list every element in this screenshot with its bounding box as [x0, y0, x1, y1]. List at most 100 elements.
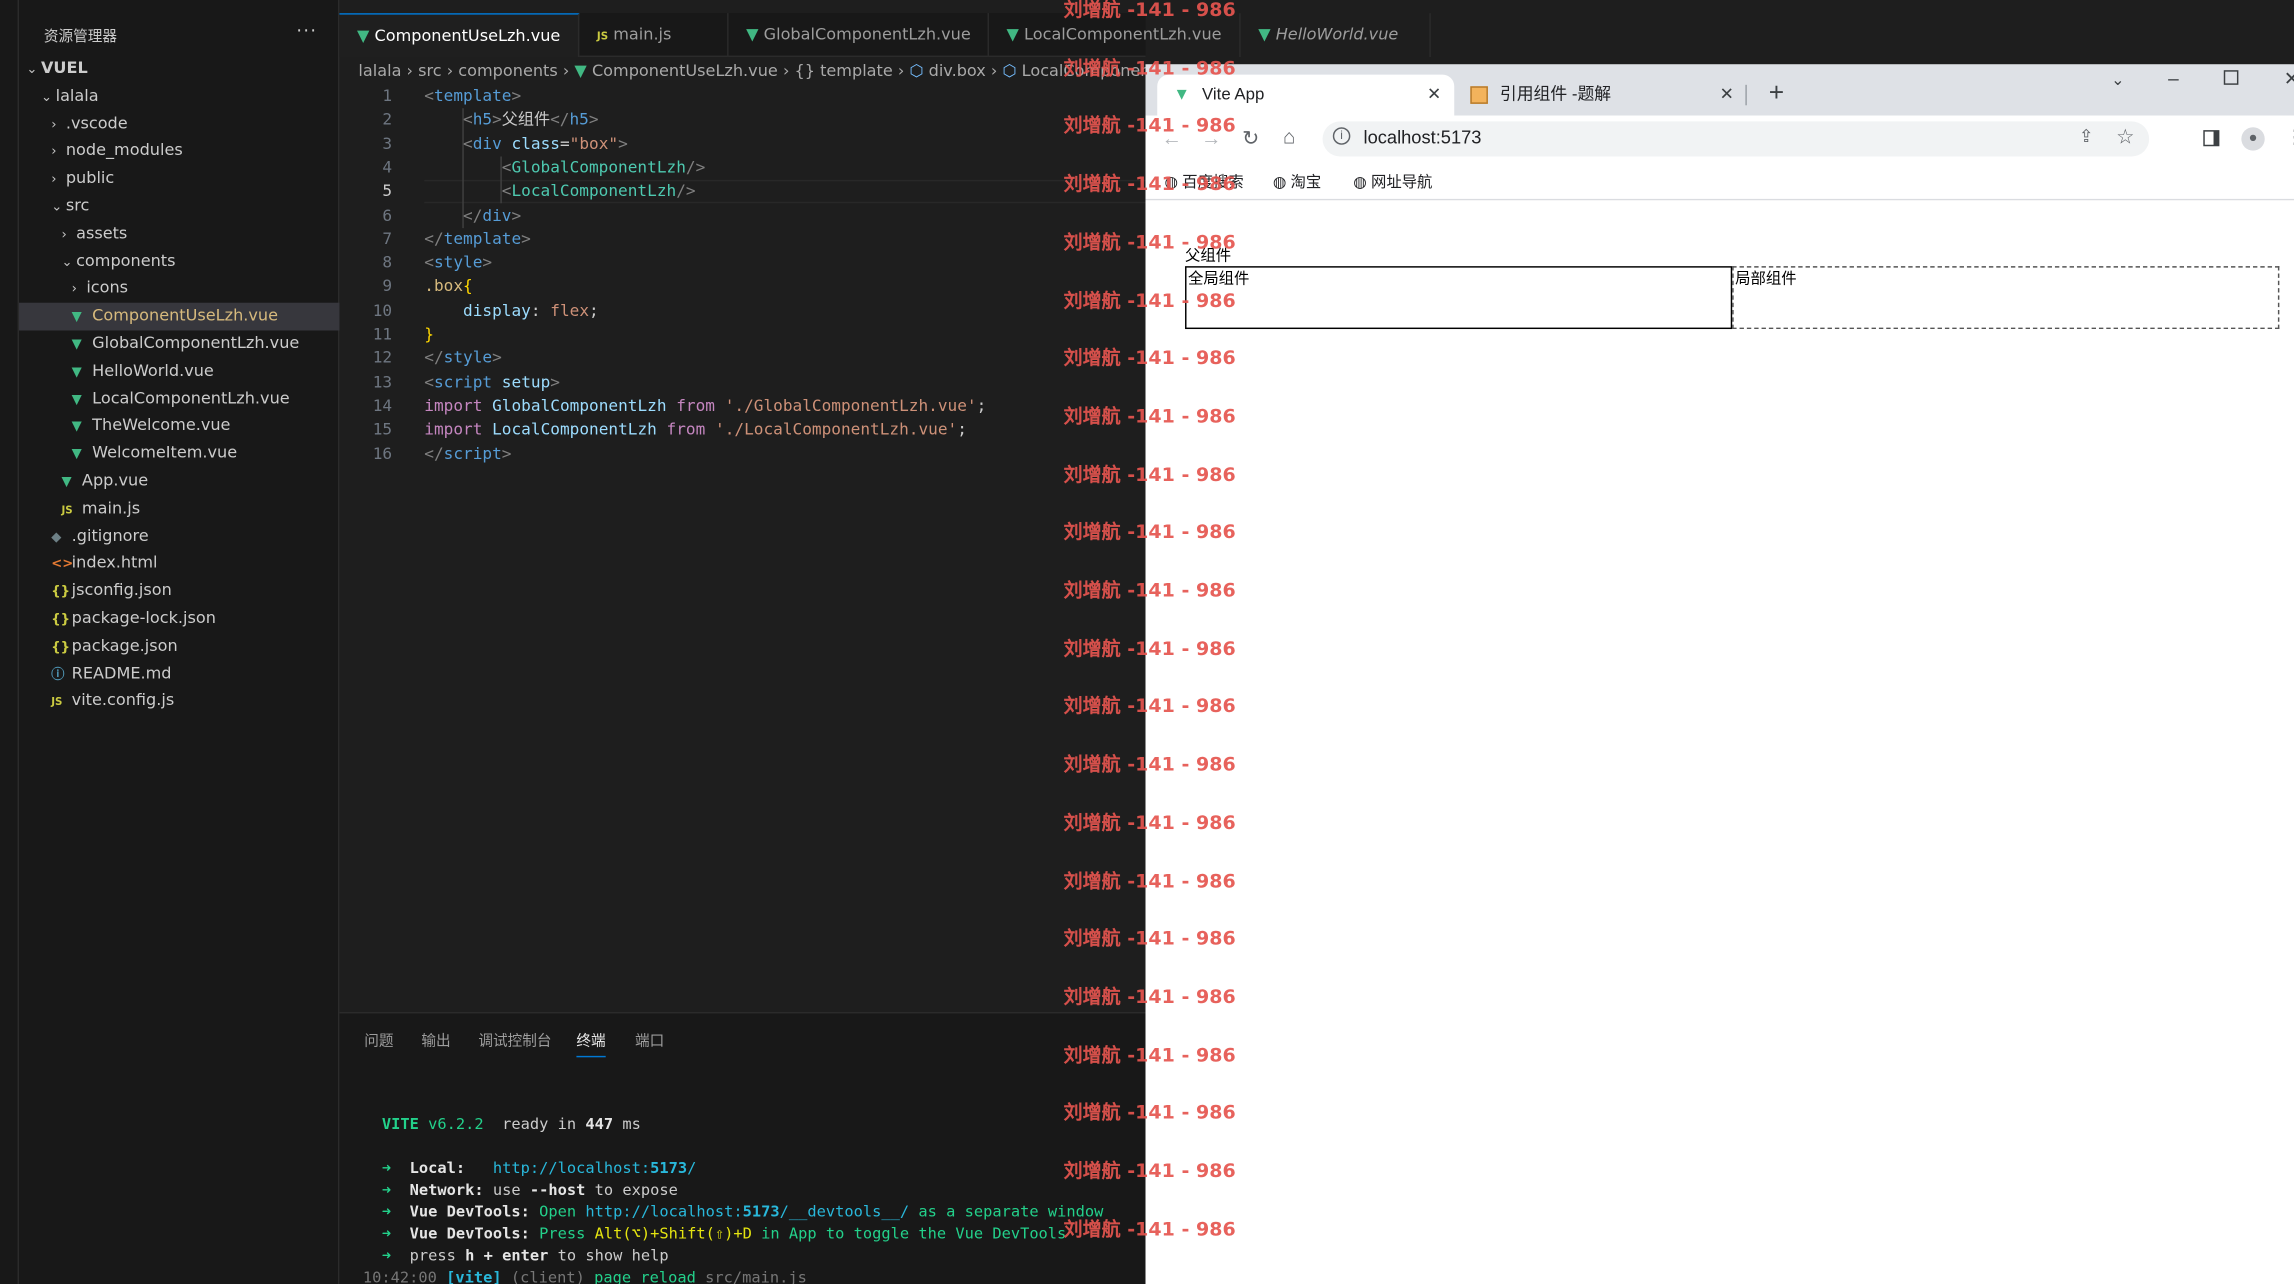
tree-item[interactable]: ▼ LocalComponentLzh.vue — [19, 385, 339, 412]
vue-file-icon: ▼ — [746, 24, 759, 44]
explorer-header: 资源管理器 ··· — [19, 0, 338, 56]
tab-componentuselzh[interactable]: ▼ ComponentUseLzh.vue ✕ — [339, 13, 580, 58]
tab-debug-console[interactable]: 调试控制台 — [478, 1028, 551, 1050]
close-icon[interactable]: ✕ — [1720, 75, 1734, 116]
code-line-6: </div> — [463, 205, 522, 225]
tree-item[interactable]: ▼ HelloWorld.vue — [19, 358, 339, 385]
watermark-text: 刘增航 -141 - 986 — [1063, 870, 1236, 893]
bookmark-star-icon[interactable]: ☆ — [2116, 124, 2134, 149]
breadcrumb-item[interactable]: div.box — [929, 61, 986, 80]
vue-file-icon: ▼ — [356, 26, 370, 46]
tab-helloworld[interactable]: ▼ HelloWorld.vue — [1241, 13, 1431, 58]
more-actions-icon[interactable]: ··· — [296, 20, 317, 40]
terminal-line: ➜ press h + enter to show help — [381, 1247, 669, 1265]
tree-item[interactable]: › assets — [19, 221, 339, 248]
tree-item[interactable]: ▼ GlobalComponentLzh.vue — [19, 331, 339, 358]
tree-item[interactable]: › public — [19, 166, 339, 193]
close-icon[interactable]: ✕ — [1427, 75, 1441, 116]
chevron-right-icon: › — [51, 145, 57, 160]
globe-icon: ◍ — [1272, 174, 1287, 192]
tree-item[interactable]: JS main.js — [19, 495, 339, 522]
line-number: 1 — [382, 86, 393, 106]
tree-item[interactable]: › icons — [19, 276, 339, 303]
tree-item[interactable]: ⌄ VUEL — [19, 56, 339, 83]
tree-item[interactable]: ▼ WelcomeItem.vue — [19, 440, 339, 467]
explorer-title: 资源管理器 — [43, 29, 118, 46]
tree-item[interactable]: › .vscode — [19, 111, 339, 138]
maximize-icon[interactable] — [2223, 70, 2239, 85]
minimize-icon[interactable]: – — [2168, 67, 2179, 89]
line-number: 13 — [372, 372, 393, 392]
tab-label: GlobalComponentLzh.vue — [763, 24, 971, 44]
line-number: 3 — [382, 133, 393, 153]
omnibox[interactable]: i localhost:5173 ⇪ ☆ — [1322, 121, 2150, 157]
tree-item[interactable]: {} package.json — [19, 633, 339, 660]
tree-item[interactable]: ⓘ README.md — [19, 660, 339, 687]
watermark-text: 刘增航 -141 - 986 — [1063, 290, 1236, 313]
breadcrumb-item[interactable]: lalala — [358, 61, 401, 80]
tab-problems[interactable]: 问题 — [364, 1028, 393, 1050]
terminal-line: VITE v6.2.2 ready in 447 ms — [381, 1115, 641, 1134]
tree-item[interactable]: ▼ TheWelcome.vue — [19, 413, 339, 440]
tab-output[interactable]: 输出 — [421, 1028, 450, 1050]
close-window-icon[interactable]: ✕ — [2284, 67, 2294, 90]
breadcrumb-item[interactable]: {} template — [795, 61, 893, 80]
tab-main-js[interactable]: JS main.js — [579, 13, 729, 58]
line-number: 15 — [372, 419, 393, 439]
editor-tabs: ▼ ComponentUseLzh.vue ✕ JS main.js ▼ Glo… — [339, 13, 1431, 58]
code-editor[interactable]: 1 2 3 4 5 6 7 8 9 10 11 12 13 14 15 16 <template> <h5>父… — [339, 85, 1146, 1012]
globe-icon: ◍ — [1353, 174, 1367, 192]
terminal-line: ➜ Network: use --host to expose — [381, 1181, 678, 1200]
code-line-7: </template> — [424, 229, 531, 249]
tab-ports[interactable]: 端口 — [635, 1028, 664, 1050]
tab-globalcomponentlzh[interactable]: ▼ GlobalComponentLzh.vue — [729, 13, 989, 58]
tree-item[interactable]: ⌄ lalala — [19, 83, 339, 110]
line-number: 4 — [382, 157, 393, 177]
tree-item[interactable]: <>index.html — [19, 550, 339, 577]
tree-item[interactable]: ◆ .gitignore — [19, 523, 339, 550]
watermark-text: 刘增航 -141 - 986 — [1063, 464, 1236, 487]
js-file-icon: JS — [51, 696, 63, 709]
bottom-panel: 问题 输出 调试控制台 终端 端口 VITE v6.2.2 ready in 4… — [339, 1011, 1146, 1284]
chevron-right-icon: › — [990, 61, 1003, 81]
tree-item[interactable]: › node_modules — [19, 138, 339, 165]
tree-item-label: node_modules — [65, 140, 183, 160]
site-info-icon[interactable]: i — [1332, 127, 1351, 145]
menu-kebab-icon[interactable]: ⋮ — [2285, 126, 2294, 149]
new-tab-button[interactable]: + — [1769, 78, 1784, 109]
tree-item[interactable]: ⌄ src — [19, 193, 339, 220]
breadcrumb-item[interactable]: src — [418, 61, 441, 80]
bookmark-taobao[interactable]: ◍ 淘宝 — [1273, 171, 1321, 193]
tree-item[interactable]: ▼ App.vue — [19, 468, 339, 495]
terminal-line: ➜ Local: http://localhost:5173/ — [381, 1159, 697, 1178]
tree-item[interactable]: ▼ ComponentUseLzh.vue — [19, 302, 340, 331]
tree-item[interactable]: JS vite.config.js — [19, 688, 339, 715]
bookmark-nav[interactable]: ◍ 网址导航 — [1353, 171, 1432, 193]
reload-icon[interactable]: ↻ — [1242, 126, 1259, 151]
share-icon[interactable]: ⇪ — [2079, 126, 2094, 146]
tab-terminal[interactable]: 终端 — [576, 1028, 606, 1058]
home-icon[interactable]: ⌂ — [1283, 124, 1295, 147]
tab-search-icon[interactable]: ⌄ — [2111, 70, 2124, 90]
profile-avatar-icon[interactable]: ● — [2241, 127, 2265, 151]
code-line-3: <div class="box"> — [463, 133, 628, 153]
git-file-icon: ◆ — [51, 530, 62, 545]
tree-item-label: TheWelcome.vue — [92, 415, 231, 435]
breadcrumb-item[interactable]: ComponentUseLzh.vue — [592, 61, 778, 80]
tree-item-label: package.json — [71, 635, 178, 655]
tree-item-label: HelloWorld.vue — [92, 360, 214, 380]
tree-item-label: VUEL — [40, 58, 88, 78]
tree-item[interactable]: ⌄ components — [19, 248, 339, 275]
watermark-text: 刘增航 -141 - 986 — [1063, 0, 1236, 22]
watermark-text: 刘增航 -141 - 986 — [1063, 812, 1236, 835]
tree-item-label: lalala — [55, 85, 99, 105]
line-number: 5 — [382, 181, 393, 201]
tree-item[interactable]: {} jsconfig.json — [19, 578, 339, 605]
breadcrumb-item[interactable]: components — [458, 61, 557, 80]
line-number: 7 — [382, 229, 393, 249]
tree-item[interactable]: {} package-lock.json — [19, 605, 339, 632]
watermark-text: 刘增航 -141 - 986 — [1063, 754, 1236, 777]
breadcrumb: lalala › src › components › ▼ ComponentU… — [339, 57, 1145, 86]
browser-tab-solution[interactable]: 引用组件 -题解 ✕ — [1456, 75, 1746, 116]
side-panel-icon[interactable] — [2203, 130, 2220, 147]
